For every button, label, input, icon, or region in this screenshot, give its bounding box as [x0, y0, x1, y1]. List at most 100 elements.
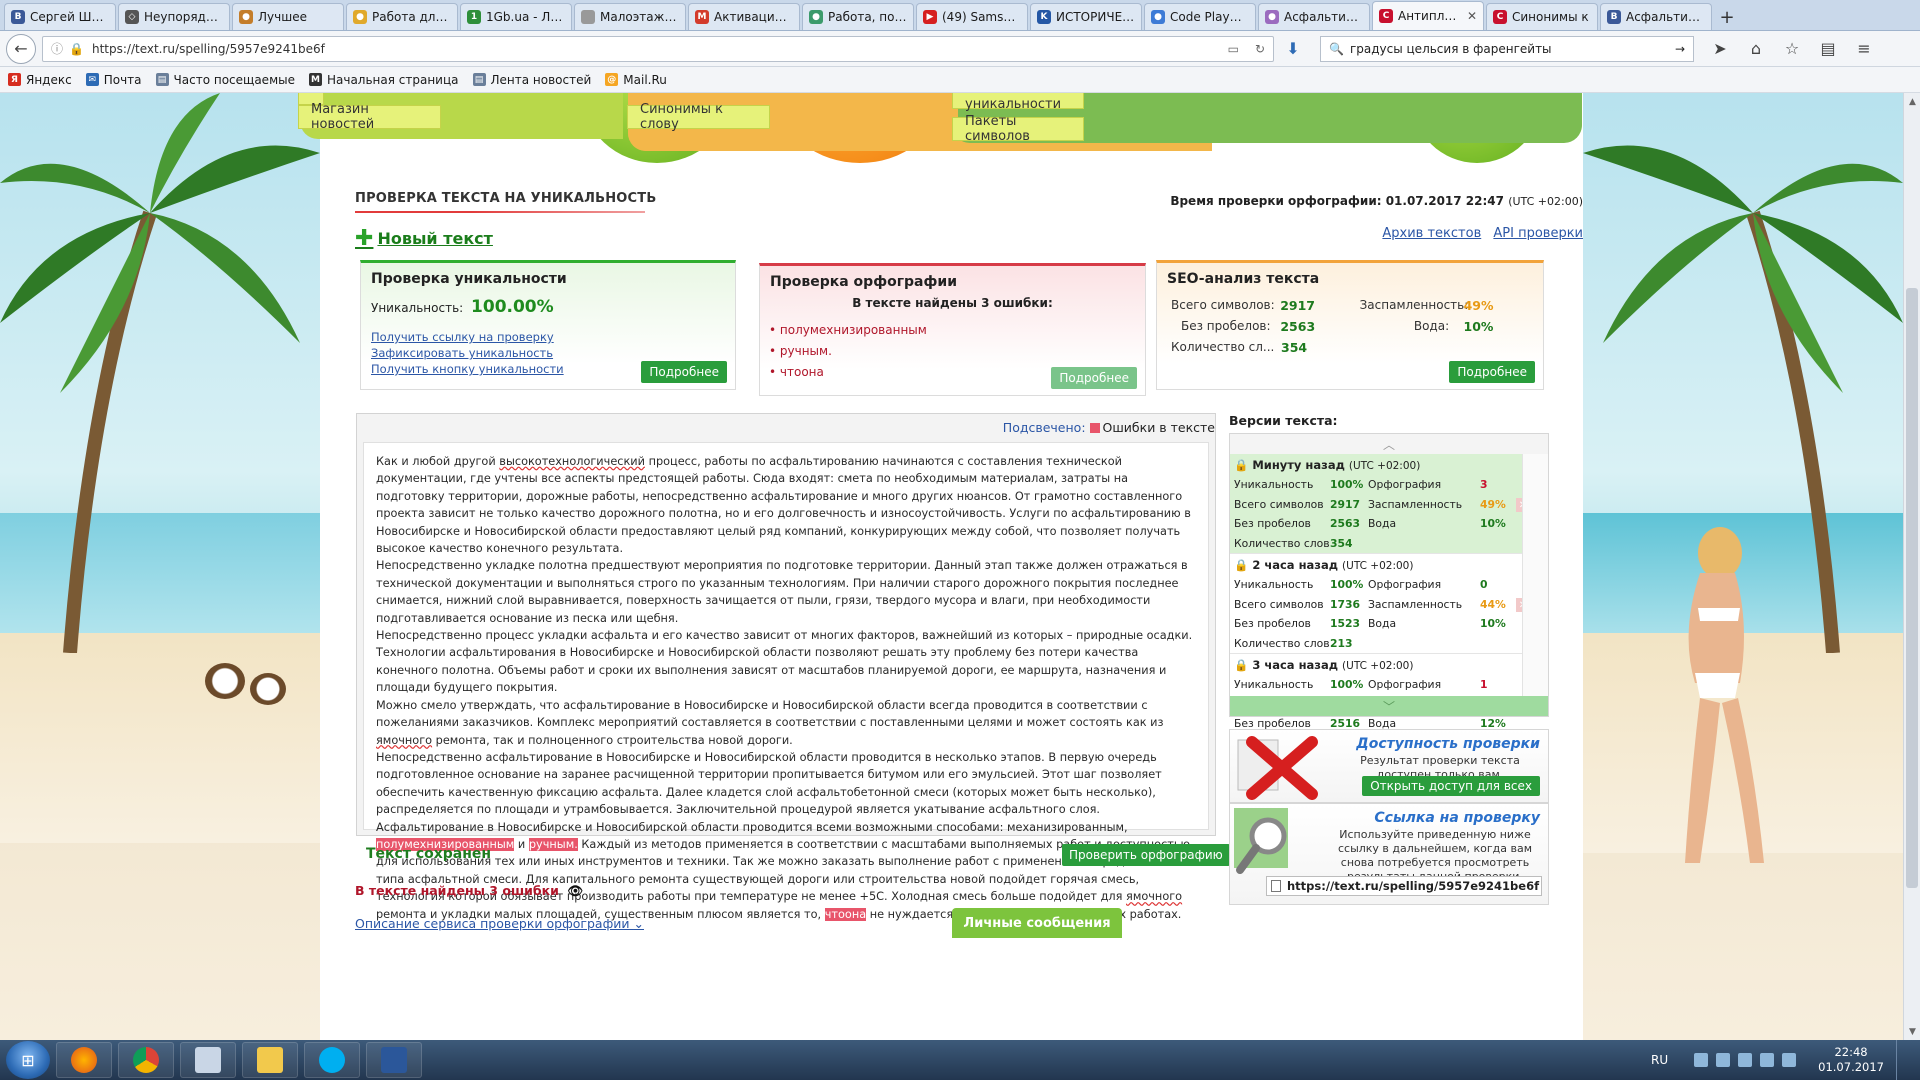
language-indicator[interactable]: RU — [1651, 1053, 1668, 1067]
browser-tab[interactable]: ◇ Неупорядоче — [118, 3, 230, 30]
open-access-button[interactable]: Открыть доступ для всех — [1362, 776, 1540, 796]
tray-app-icon[interactable] — [1694, 1053, 1709, 1067]
browser-tab[interactable]: ▶ (49) Samsung — [916, 3, 1028, 30]
tray-app-icon[interactable] — [1738, 1053, 1753, 1067]
computer-taskbar-icon[interactable] — [180, 1042, 236, 1078]
bookmark-label: Часто посещаемые — [173, 72, 295, 87]
send-icon[interactable]: ➤ — [1707, 36, 1733, 62]
bookmark-item[interactable]: @ Mail.Ru — [605, 73, 667, 87]
bookmark-item[interactable]: ▤ Лента новостей — [472, 73, 591, 87]
explorer-taskbar-icon[interactable] — [242, 1042, 298, 1078]
bookmark-icon: M — [308, 73, 322, 86]
network-icon[interactable] — [1760, 1053, 1775, 1067]
paragraph: Как и любой другой высокотехнологический… — [376, 453, 1196, 557]
spelling-more-button[interactable]: Подробнее — [1051, 367, 1137, 389]
archive-link[interactable]: Архив текстов — [1382, 226, 1481, 241]
menu-icon[interactable]: ≡ — [1851, 36, 1877, 62]
browser-tab[interactable]: M Активация уч — [688, 3, 800, 30]
api-check-link[interactable]: API проверки — [1493, 226, 1583, 241]
seo-more-button[interactable]: Подробнее — [1449, 361, 1535, 383]
bookmark-star-icon[interactable]: ☆ — [1779, 36, 1805, 62]
page-scrollbar[interactable]: ▲ ▼ — [1903, 93, 1920, 1040]
fix-uniqueness-link[interactable]: Зафиксировать уникальность — [371, 345, 735, 361]
versions-scrollbar[interactable] — [1522, 454, 1548, 696]
service-description-label[interactable]: Описание сервиса проверки орфографии — [355, 916, 630, 931]
browser-tab[interactable]: Малоэтажная стр — [574, 3, 686, 30]
chevron-down-icon[interactable]: ﹀ — [1230, 696, 1548, 716]
browser-tab[interactable]: C Синонимы к — [1486, 3, 1598, 30]
browser-tab[interactable]: B Асфальтиров — [1600, 3, 1712, 30]
browser-tab[interactable]: 1 1Gb.ua - Личн — [460, 3, 572, 30]
new-text-link[interactable]: ✚ Новый текст — [355, 226, 493, 251]
reload-icon[interactable]: ↻ — [1255, 42, 1265, 56]
home-icon[interactable]: ⌂ — [1743, 36, 1769, 62]
firefox-taskbar-icon[interactable] — [56, 1042, 112, 1078]
service-description-link[interactable]: Описание сервиса проверки орфографии ⌄ — [355, 916, 644, 931]
misspelled-word[interactable]: высокотехнологический — [499, 455, 645, 468]
bookmark-item[interactable]: ✉ Почта — [85, 73, 142, 87]
misspelled-word[interactable]: ямочного — [376, 734, 432, 747]
word-taskbar-icon[interactable] — [366, 1042, 422, 1078]
browser-tab[interactable]: C Антиплагиа ✕ — [1372, 1, 1484, 30]
get-check-link[interactable]: Получить ссылку на проверку — [371, 329, 735, 345]
menu-item-api-uniqueness[interactable]: API уникальности — [952, 93, 1084, 112]
bookmark-item[interactable]: ▤ Часто посещаемые — [155, 72, 295, 87]
scrollbar-thumb[interactable] — [1906, 288, 1918, 888]
browser-tab[interactable]: ● Асфальтиров — [1258, 3, 1370, 30]
check-link-field[interactable]: https://text.ru/spelling/5957e9241be6f — [1266, 876, 1542, 896]
download-icon[interactable]: ⬇ — [1280, 36, 1306, 62]
version-item[interactable]: 🔒 2 часа назад (UTC +02:00) Уникальность 1… — [1230, 554, 1548, 654]
new-text-label[interactable]: Новый текст — [377, 229, 493, 248]
search-text[interactable]: градусы цельсия в фаренгейты — [1350, 42, 1675, 56]
text-editor[interactable]: Как и любой другой высокотехнологический… — [363, 442, 1209, 921]
highlighted-error[interactable]: чтоона — [824, 907, 867, 921]
browser-tab[interactable]: ● Работа, подра — [802, 3, 914, 30]
show-desktop-button[interactable] — [1896, 1040, 1908, 1080]
browser-tab[interactable]: ● Лучшее — [232, 3, 344, 30]
red-cross-icon — [1237, 736, 1318, 800]
check-spelling-button[interactable]: Проверить орфографию — [1062, 844, 1230, 866]
skype-taskbar-icon[interactable] — [304, 1042, 360, 1078]
reader-view-icon[interactable]: ▭ — [1228, 42, 1239, 56]
new-tab-button[interactable]: + — [1714, 4, 1740, 30]
version-item[interactable]: 🔒 Минуту назад (UTC +02:00) Уникальность 1… — [1230, 454, 1548, 554]
search-go-icon[interactable]: → — [1675, 42, 1685, 56]
close-tab-icon[interactable]: ✕ — [1467, 9, 1477, 23]
url-text[interactable]: https://text.ru/spelling/5957e9241be6f — [92, 42, 1228, 56]
browser-tab[interactable]: ● Работа для ст — [346, 3, 458, 30]
menu-item-symbol-packages[interactable]: Пакеты символов — [952, 114, 1084, 144]
clock[interactable]: 22:48 01.07.2017 — [1818, 1045, 1884, 1075]
woman-on-beach-illustration — [1685, 527, 1764, 863]
address-bar[interactable]: ⓘ 🔒 https://text.ru/spelling/5957e9241be… — [42, 35, 1274, 62]
scroll-up-icon[interactable]: ▲ — [1904, 93, 1920, 110]
version-tz: (UTC +02:00) — [1342, 560, 1414, 572]
text-span: Как и любой другой — [376, 455, 500, 468]
coconut-icon — [250, 673, 286, 705]
browser-tab[interactable]: ● Code Playgrou — [1144, 3, 1256, 30]
library-icon[interactable]: ▤ — [1815, 36, 1841, 62]
menu-item-synonyms[interactable]: Синонимы к слову — [627, 102, 770, 132]
chrome-taskbar-icon[interactable] — [118, 1042, 174, 1078]
browser-tab[interactable]: B Сергей Шиле — [4, 3, 116, 30]
check-link-url[interactable]: https://text.ru/spelling/5957e9241be6f — [1287, 879, 1539, 893]
bookmark-item[interactable]: M Начальная страница — [308, 73, 459, 87]
info-icon[interactable]: ⓘ — [51, 40, 63, 57]
volume-icon[interactable] — [1782, 1053, 1797, 1067]
misspelled-word[interactable]: ямочного — [1126, 890, 1182, 903]
eye-icon[interactable]: 👁 — [567, 883, 583, 898]
menu-item-news-store[interactable]: Магазин новостей — [298, 102, 441, 132]
spelling-error-item[interactable]: ручным. — [769, 341, 1145, 362]
uniqueness-more-button[interactable]: Подробнее — [641, 361, 727, 383]
spelling-error-item[interactable]: полумехнизированным — [769, 320, 1145, 341]
back-button[interactable]: ← — [6, 33, 36, 64]
chevron-up-icon[interactable]: ︿ — [1230, 434, 1548, 454]
search-bar[interactable]: 🔍 градусы цельсия в фаренгейты → — [1320, 35, 1694, 62]
browser-tab[interactable]: K ИСТОРИЧЕСК — [1030, 3, 1142, 30]
highlighted-error[interactable]: ручным. — [528, 837, 578, 851]
messages-button[interactable]: Личные сообщения — [952, 908, 1122, 938]
tab-label: (49) Samsung — [942, 10, 1021, 24]
scroll-down-icon[interactable]: ▼ — [1904, 1023, 1920, 1040]
tray-app-icon[interactable] — [1716, 1053, 1731, 1067]
bookmark-item[interactable]: Я Яндекс — [8, 73, 72, 87]
start-button-icon[interactable]: ⊞ — [6, 1041, 50, 1079]
